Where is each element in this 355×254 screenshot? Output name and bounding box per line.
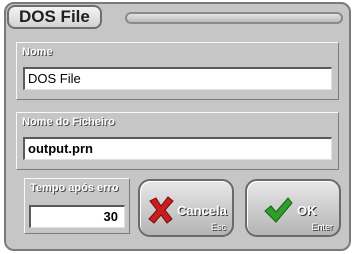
title-bar-drag-area[interactable] (125, 12, 343, 24)
timeout-label: Tempo após erro (30, 182, 119, 194)
ok-shortcut: Enter (311, 222, 333, 232)
cancel-button-label: Cancela (177, 203, 227, 218)
name-group: Nome DOS File (16, 42, 339, 100)
ok-button[interactable]: OK Enter (245, 179, 341, 237)
filename-label: Nome do Ficheiro (22, 116, 115, 128)
filename-group: Nome do Ficheiro output.prn (16, 112, 339, 170)
x-mark-icon (148, 196, 174, 224)
dos-file-dialog: DOS File Nome DOS File Nome do Ficheiro … (4, 2, 351, 251)
checkmark-icon (264, 197, 293, 223)
ok-button-label: OK (297, 203, 317, 218)
name-label: Nome (22, 46, 53, 58)
timeout-group: Tempo após erro 30 (24, 178, 130, 234)
filename-input[interactable]: output.prn (23, 137, 332, 160)
name-input[interactable]: DOS File (23, 67, 332, 90)
timeout-input[interactable]: 30 (29, 205, 125, 228)
cancel-shortcut: Esc (210, 222, 226, 232)
cancel-button[interactable]: Cancela Esc (138, 179, 234, 237)
dialog-title: DOS File (7, 5, 102, 29)
